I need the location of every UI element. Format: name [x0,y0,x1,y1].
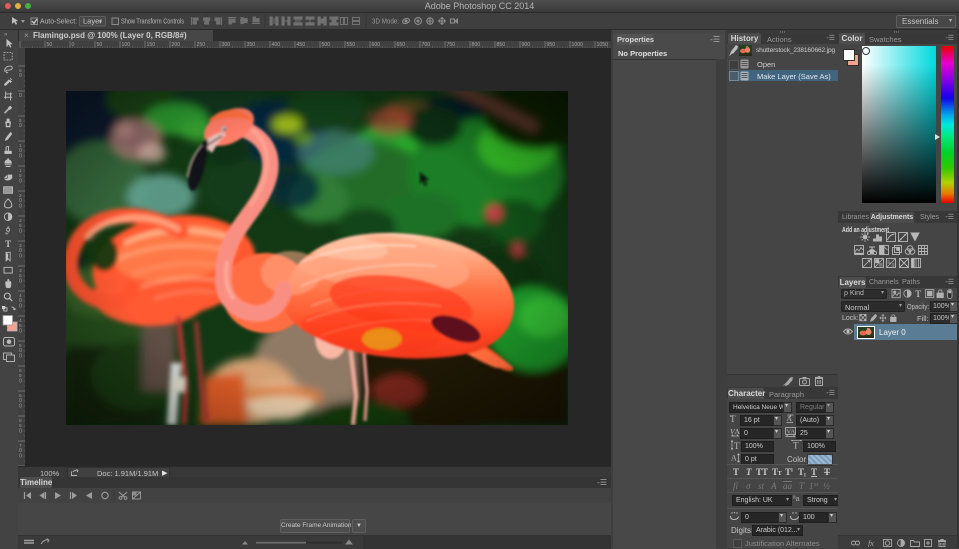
svg-text:st: st [758,481,765,491]
svg-text:0: 0 [19,428,22,434]
svg-text:0: 0 [19,203,22,209]
svg-text:5: 5 [19,368,22,374]
svg-text:2: 2 [19,218,22,224]
svg-text:T: T [730,414,736,423]
svg-text:0: 0 [19,93,22,99]
svg-text:6: 6 [19,418,22,424]
svg-text:0: 0 [19,123,22,129]
svg-text:»: » [4,32,8,38]
svg-text:T: T [734,441,740,450]
svg-text:aa: aa [783,481,793,491]
svg-text:σ: σ [746,481,751,491]
svg-text:0: 0 [19,378,22,384]
svg-text:TT: TT [756,467,768,477]
svg-text:1: 1 [809,481,814,491]
svg-text:3D Mode:: 3D Mode: [372,17,399,26]
svg-text:0: 0 [19,353,22,359]
svg-text:▾: ▾ [99,20,102,26]
svg-text:fx: fx [868,539,874,547]
svg-text:Opacity:: Opacity: [907,302,929,311]
svg-text:0: 0 [19,253,22,259]
svg-text:1: 1 [791,468,794,474]
svg-text:T: T [746,467,752,477]
svg-text:0: 0 [19,73,22,79]
svg-text:fi: fi [733,481,739,491]
svg-text:0: 0 [19,228,22,234]
svg-text:3: 3 [19,268,22,274]
svg-text:T: T [5,239,11,249]
svg-text:VA: VA [787,429,796,436]
svg-text:0: 0 [19,178,22,184]
svg-text:T: T [824,467,830,477]
svg-text:½: ½ [823,481,830,491]
svg-text:T: T [778,470,783,477]
svg-text:0: 0 [19,278,22,284]
svg-text:0: 0 [19,328,22,334]
svg-text:T: T [733,467,739,477]
svg-text:Show Transform Controls: Show Transform Controls [121,17,184,26]
svg-text:A: A [770,481,777,491]
svg-text:T: T [799,481,805,491]
svg-text:st: st [814,482,818,488]
svg-text:A: A [731,454,737,463]
svg-text:0: 0 [19,303,22,309]
svg-text:Auto-Select:: Auto-Select: [40,17,77,26]
svg-text:T: T [811,467,817,477]
svg-text:T: T [915,289,921,299]
svg-text:0: 0 [19,453,22,459]
svg-text:0: 0 [19,153,22,159]
svg-text:T: T [793,441,799,451]
svg-text:1: 1 [19,168,22,174]
svg-text:0: 0 [19,403,22,409]
svg-text:4: 4 [19,318,22,324]
